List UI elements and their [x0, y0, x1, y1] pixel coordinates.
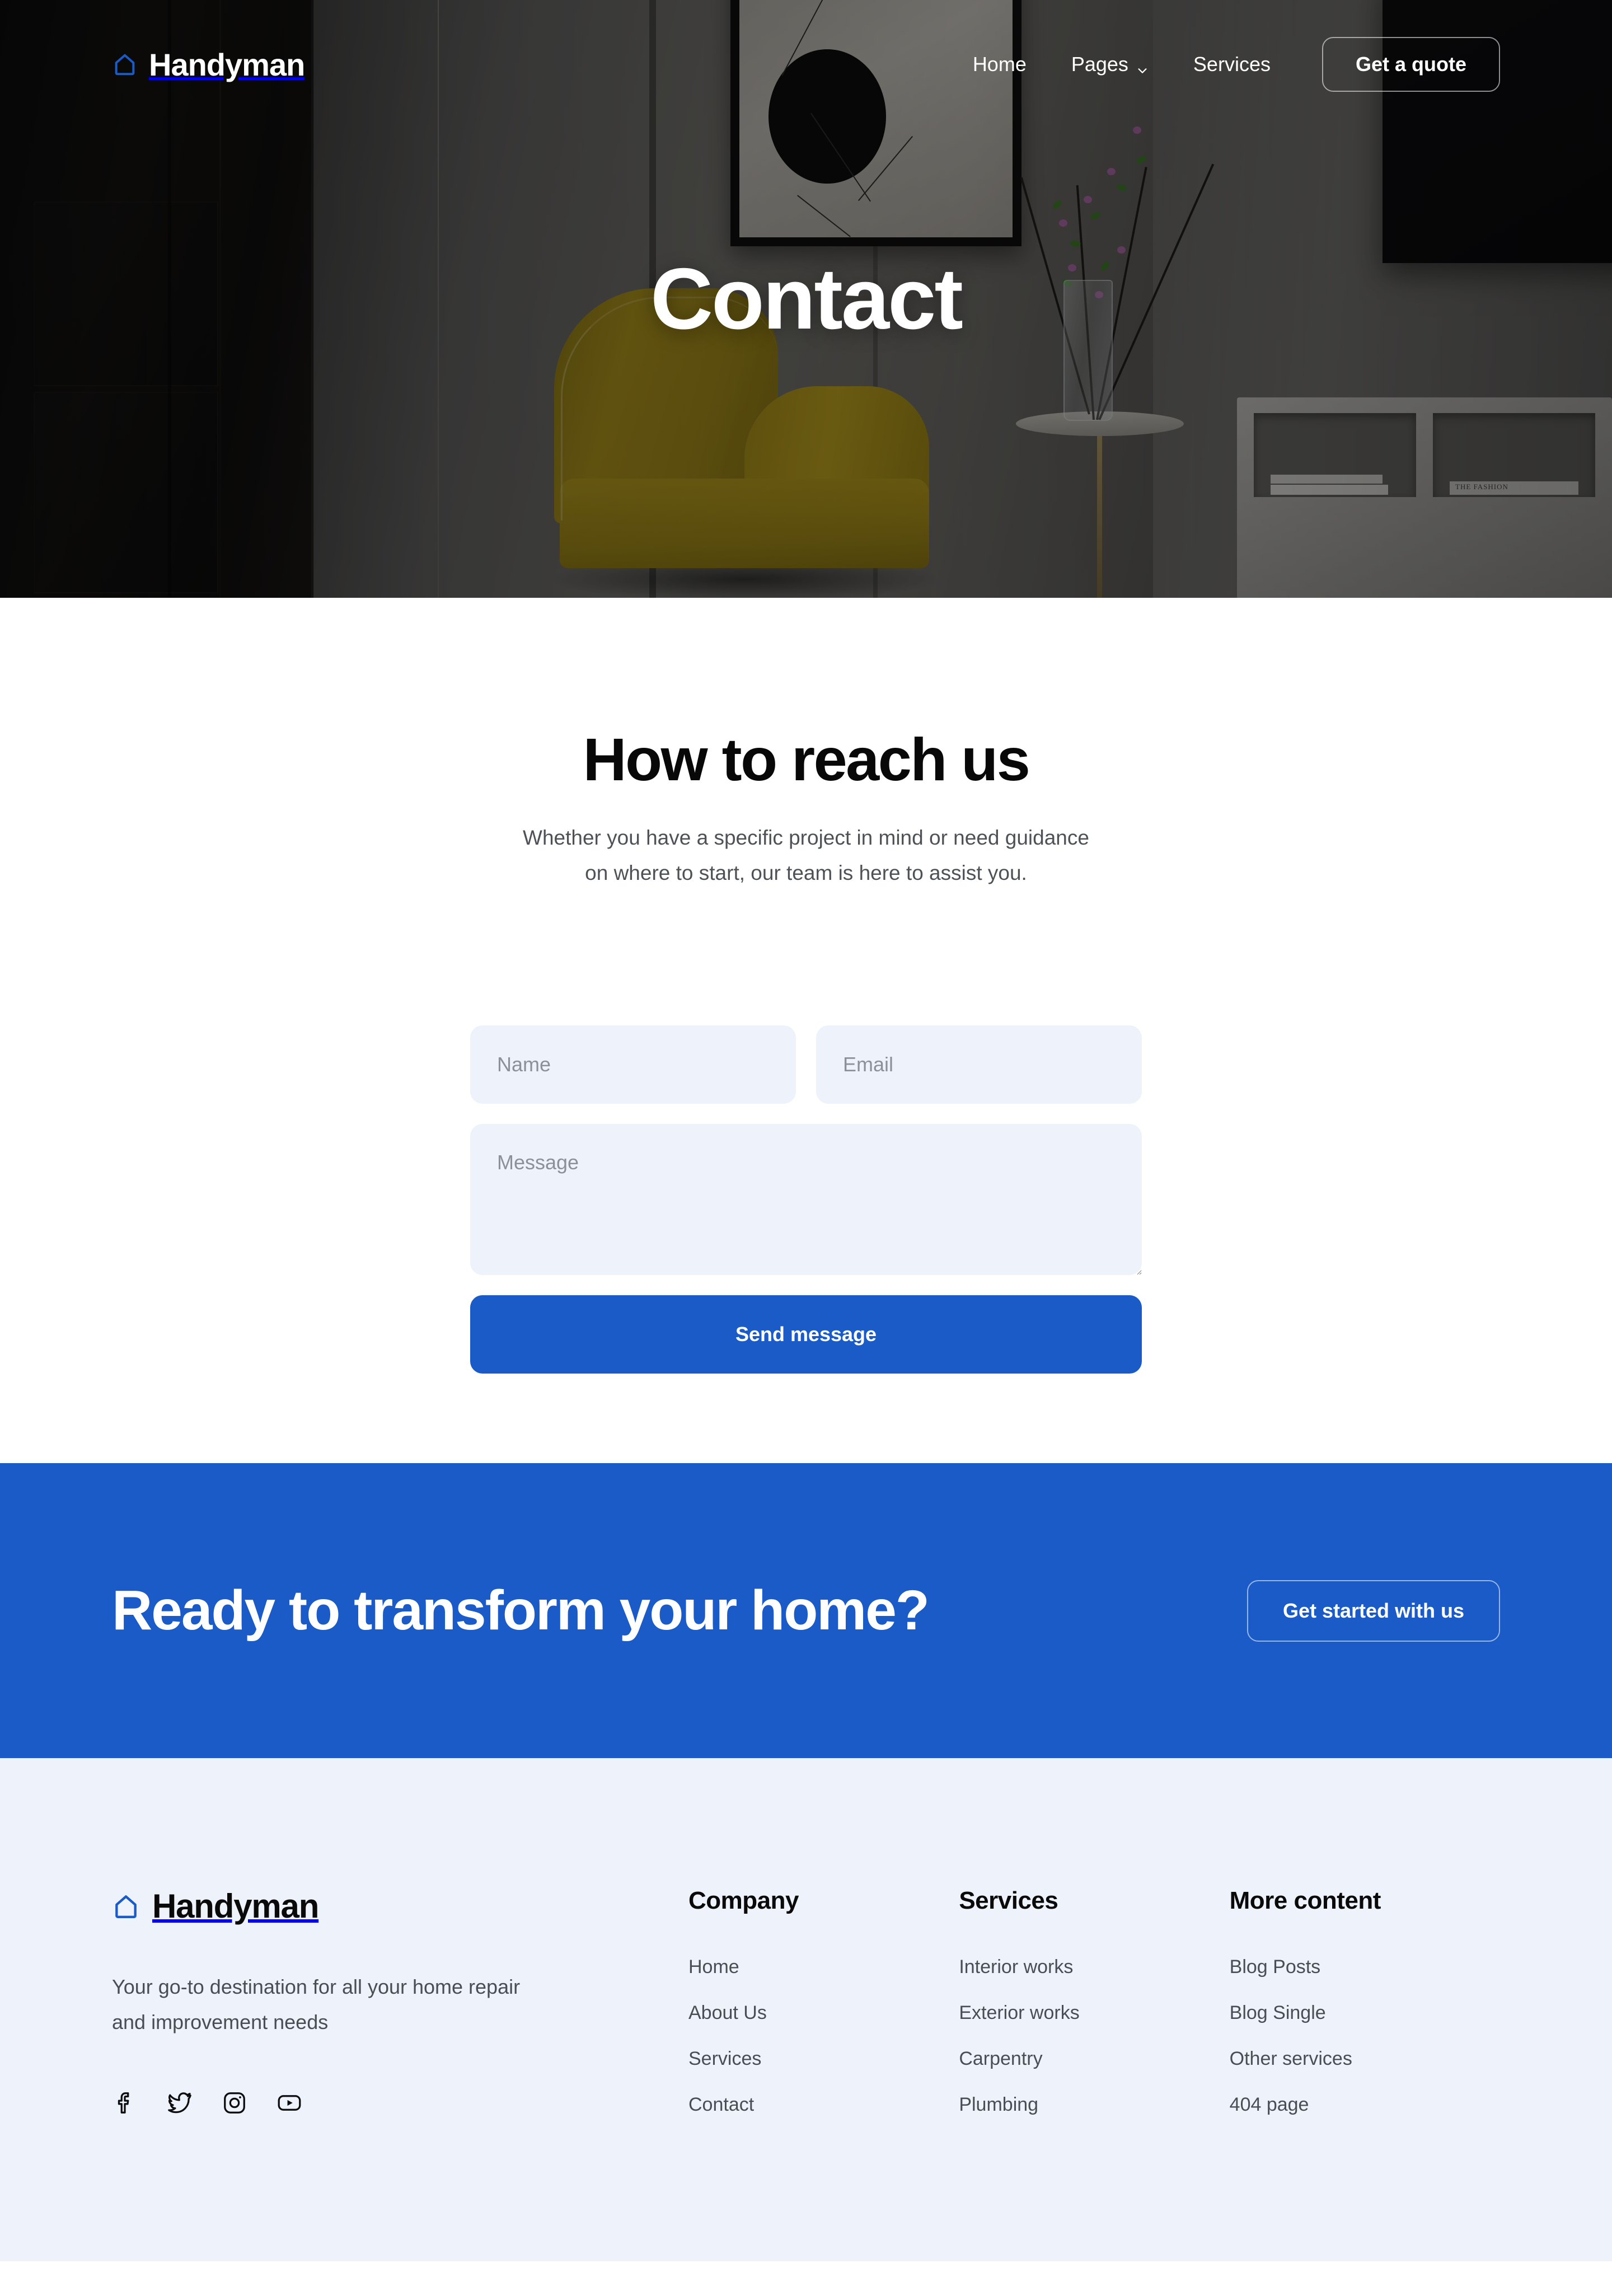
section-subtitle-line2: on where to start, our team is here to a…: [585, 861, 1027, 885]
nav-links: Home Pages Services Get a quote: [950, 37, 1500, 92]
page-title: Contact: [650, 250, 963, 347]
instagram-icon[interactable]: [222, 2090, 247, 2116]
footer-link[interactable]: Carpentry: [959, 2049, 1229, 2068]
cta-banner: Ready to transform your home? Get starte…: [0, 1463, 1612, 1759]
get-started-button[interactable]: Get started with us: [1247, 1580, 1500, 1642]
footer-column-links: Home About Us Services Contact: [688, 1957, 959, 2114]
chevron-down-icon: [1136, 58, 1149, 73]
section-subtitle: Whether you have a specific project in m…: [509, 820, 1103, 891]
footer-link[interactable]: Exterior works: [959, 2003, 1229, 2022]
cta-title: Ready to transform your home?: [112, 1579, 930, 1642]
get-a-quote-button[interactable]: Get a quote: [1322, 37, 1500, 92]
email-input[interactable]: [816, 1025, 1142, 1104]
footer-link[interactable]: Blog Single: [1230, 2003, 1500, 2022]
footer-column-services: Services Interior works Exterior works C…: [959, 1887, 1229, 2114]
section-subtitle-line1: Whether you have a specific project in m…: [523, 826, 1089, 849]
footer-column-links: Blog Posts Blog Single Other services 40…: [1230, 1957, 1500, 2114]
footer-column-more-content: More content Blog Posts Blog Single Othe…: [1230, 1887, 1500, 2114]
nav-item-services[interactable]: Services: [1171, 53, 1293, 76]
nav-item-home[interactable]: Home: [950, 53, 1049, 76]
footer-link[interactable]: Interior works: [959, 1957, 1229, 1976]
footer-link[interactable]: Blog Posts: [1230, 1957, 1500, 1976]
footer-link[interactable]: Home: [688, 1957, 959, 1976]
brand-logo[interactable]: Handyman: [112, 46, 305, 83]
youtube-icon[interactable]: [277, 2090, 302, 2116]
brand-name: Handyman: [149, 46, 305, 82]
footer-brand-name: Handyman: [152, 1887, 319, 1925]
nav-item-label: Services: [1193, 53, 1271, 76]
section-title: How to reach us: [583, 725, 1030, 793]
main-navigation: Handyman Home Pages Services Get a quote: [0, 0, 1612, 129]
footer-link[interactable]: Services: [688, 2049, 959, 2068]
footer-column-title: More content: [1229, 1887, 1381, 1915]
social-links: [112, 2090, 688, 2116]
footer-link[interactable]: About Us: [688, 2003, 959, 2022]
nav-item-label: Pages: [1071, 53, 1128, 76]
contact-form: Send message: [470, 1025, 1142, 1374]
name-input[interactable]: [470, 1025, 796, 1104]
footer-column-title: Company: [688, 1887, 799, 1915]
contact-heading-block: How to reach us Whether you have a speci…: [0, 725, 1612, 891]
footer-column-links: Interior works Exterior works Carpentry …: [959, 1957, 1229, 2114]
nav-item-pages[interactable]: Pages: [1049, 53, 1171, 76]
footer-link[interactable]: Contact: [688, 2095, 959, 2114]
footer-grid: Handyman Your go-to destination for all …: [112, 1887, 1500, 2116]
twitter-icon[interactable]: [167, 2090, 193, 2116]
footer-tagline: Your go-to destination for all your home…: [112, 1975, 521, 2034]
contact-section: How to reach us Whether you have a speci…: [0, 598, 1612, 1464]
form-row-name-email: [470, 1025, 1142, 1104]
message-textarea[interactable]: [470, 1124, 1142, 1276]
hero-section: THE FASHION Handyman Home Pages: [0, 0, 1612, 598]
footer-brand-logo[interactable]: Handyman: [112, 1887, 688, 1925]
home-outline-icon: [112, 1892, 140, 1920]
footer-link[interactable]: Plumbing: [959, 2095, 1229, 2114]
footer-column-title: Services: [959, 1887, 1058, 1915]
facebook-icon[interactable]: [112, 2090, 138, 2116]
site-footer: Handyman Your go-to destination for all …: [0, 1758, 1612, 2262]
send-message-button[interactable]: Send message: [470, 1295, 1142, 1374]
footer-column-company: Company Home About Us Services Contact: [688, 1887, 959, 2114]
footer-link[interactable]: Other services: [1230, 2049, 1500, 2068]
nav-item-label: Home: [972, 53, 1027, 76]
footer-brand-column: Handyman Your go-to destination for all …: [112, 1887, 688, 2116]
footer-link[interactable]: 404 page: [1230, 2095, 1500, 2114]
home-outline-icon: [112, 51, 138, 77]
